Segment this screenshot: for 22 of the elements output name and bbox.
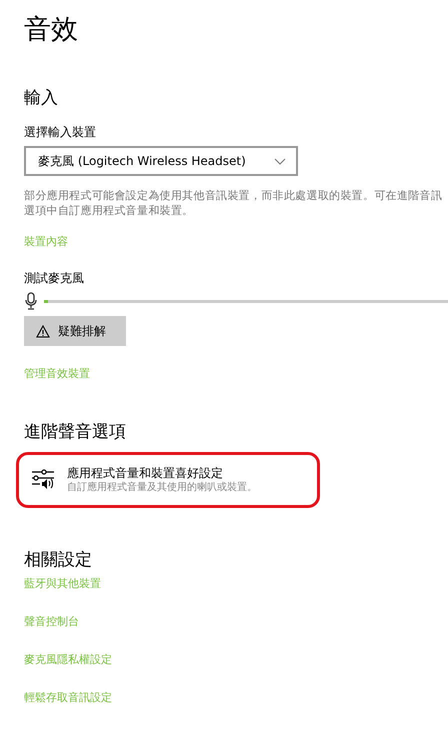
chevron-down-icon [274,158,286,164]
related-setting-link[interactable]: 藍牙與其他裝置 [24,576,101,592]
mixer-icon [31,469,55,491]
field-label: 選擇輸入裝置 [24,124,97,140]
warning-icon [36,324,50,338]
related-setting-link[interactable]: 輕鬆存取音訊設定 [24,690,112,706]
field-label: 測試麥克風 [24,270,85,286]
device-dropdown[interactable]: 麥克風 (Logitech Wireless Headset) [24,146,298,176]
related-setting-link[interactable]: 麥克風隱私權設定 [24,652,112,668]
setting-subtitle: 自訂應用程式音量及其使用的喇叭或裝置。 [67,481,257,495]
device-properties-link[interactable]: 裝置內容 [24,234,68,250]
setting-title: 應用程式音量和裝置喜好設定 [67,465,224,481]
troubleshoot-button[interactable]: 疑難排解 [24,316,126,346]
manage-devices-link[interactable]: 管理音效裝置 [24,366,90,382]
related-setting-link[interactable]: 聲音控制台 [24,614,79,630]
page-title: 音效 [24,13,79,47]
microphone-icon [24,292,38,310]
section-heading: 進階聲音選項 [24,421,127,444]
section-heading: 輸入 [24,87,59,110]
highlighted-setting-item[interactable]: 應用程式音量和裝置喜好設定 自訂應用程式音量及其使用的喇叭或裝置。 [16,452,320,508]
section-heading: 相關設定 [24,549,93,572]
description-text: 部分應用程式可能會設定為使用其他音訊裝置，而非此處選取的裝置。可在進階音訊選項中自訂應用程式音量和裝置。 [24,188,444,218]
